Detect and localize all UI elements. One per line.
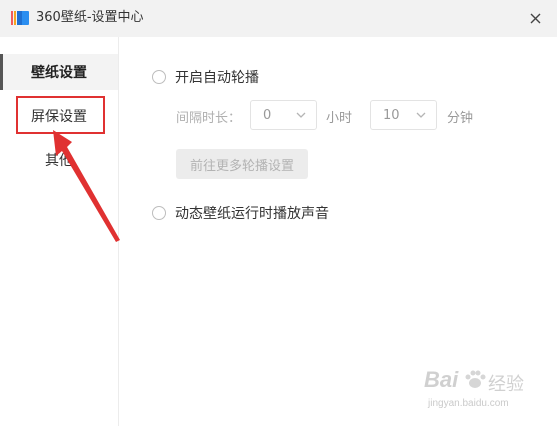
minutes-select[interactable]: 10 — [370, 100, 437, 130]
chevron-down-icon — [296, 112, 306, 118]
auto-rotate-label: 开启自动轮播 — [175, 70, 259, 86]
dynamic-sound-radio[interactable] — [152, 206, 166, 220]
dynamic-sound-option[interactable]: 动态壁纸运行时播放声音 — [152, 203, 329, 223]
arrow-annotation-icon — [53, 130, 120, 242]
chevron-down-icon — [416, 112, 426, 118]
minutes-select-value: 10 — [383, 107, 400, 123]
highlight-annotation — [16, 96, 105, 134]
auto-rotate-radio[interactable] — [152, 70, 166, 84]
watermark-brand: Bai — [424, 367, 459, 392]
hours-select[interactable]: 0 — [250, 100, 317, 130]
interval-label: 间隔时长： — [176, 111, 242, 126]
hours-unit-label: 小时 — [326, 111, 353, 126]
close-icon[interactable] — [530, 13, 541, 24]
sidebar-item-wallpaper-settings[interactable]: 壁纸设置 — [0, 54, 118, 90]
sidebar-item-label: 壁纸设置 — [31, 65, 87, 81]
more-rotate-settings-button[interactable]: 前往更多轮播设置 — [176, 149, 308, 179]
minutes-unit-label: 分钟 — [447, 111, 474, 126]
title-bar: 360壁纸-设置中心 — [0, 0, 557, 37]
close-button[interactable] — [525, 8, 545, 28]
window-title: 360壁纸-设置中心 — [36, 10, 144, 25]
dynamic-sound-label: 动态壁纸运行时播放声音 — [175, 206, 329, 222]
auto-rotate-option[interactable]: 开启自动轮播 — [152, 67, 259, 87]
app-logo-icon — [11, 11, 29, 25]
watermark-brand-suffix: 经验 — [488, 374, 524, 394]
watermark-url: jingyan.baidu.com — [428, 398, 509, 409]
hours-select-value: 0 — [263, 107, 272, 123]
paw-icon — [465, 370, 486, 388]
baidu-watermark: Bai 经验 jingyan.baidu.com — [424, 367, 548, 415]
